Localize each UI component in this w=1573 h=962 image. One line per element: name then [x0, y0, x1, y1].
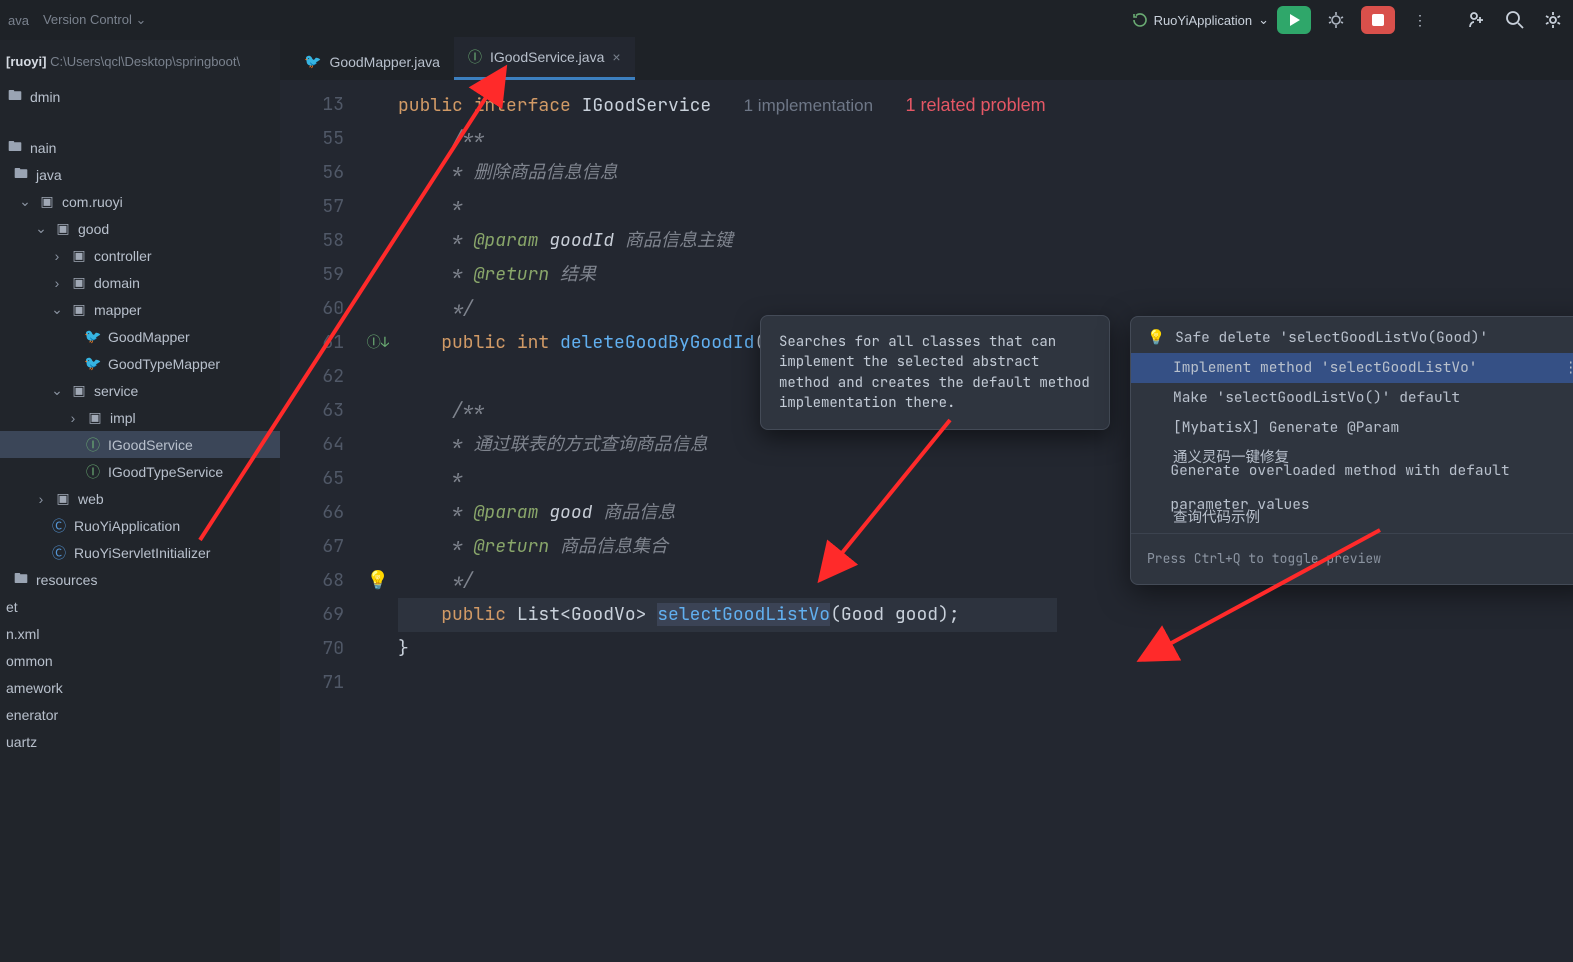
- tree-folder[interactable]: et: [0, 593, 280, 620]
- package-icon: ▣: [70, 274, 88, 291]
- interface-icon: Ⓘ: [84, 462, 102, 482]
- tree-package[interactable]: ›▣web: [0, 485, 280, 512]
- tree-folder[interactable]: 🖿dmin: [0, 83, 280, 110]
- chevron-down-icon: ⌄: [50, 382, 64, 399]
- folder-icon: 🖿: [6, 136, 24, 160]
- package-icon: ▣: [86, 409, 104, 426]
- java-file-icon: 🐦: [304, 53, 321, 70]
- java-file-icon: 🐦: [84, 355, 102, 372]
- chevron-down-icon: ⌄: [34, 220, 48, 237]
- tree-package[interactable]: ⌄▣good: [0, 215, 280, 242]
- tree-folder[interactable]: uartz: [0, 728, 280, 755]
- tree-package[interactable]: ⌄▣com.ruoyi: [0, 188, 280, 215]
- package-icon: ▣: [54, 490, 72, 507]
- tree-file[interactable]: ⒸRuoYiServletInitializer: [0, 539, 280, 566]
- run-button[interactable]: [1277, 6, 1311, 34]
- debug-button[interactable]: [1319, 6, 1353, 34]
- search-icon[interactable]: [1505, 10, 1525, 30]
- code-with-me-icon[interactable]: [1467, 10, 1487, 30]
- tree-folder[interactable]: 🖿nain: [0, 134, 280, 161]
- code-body[interactable]: public interface IGoodService 1 implemen…: [398, 80, 1057, 962]
- run-config-dropdown[interactable]: RuoYiApplication ⌄: [1132, 12, 1269, 28]
- tree-package[interactable]: ›▣domain: [0, 269, 280, 296]
- package-icon: ▣: [38, 193, 56, 210]
- folder-icon: 🖿: [12, 163, 30, 187]
- class-icon: Ⓒ: [50, 543, 68, 563]
- package-icon: ▣: [70, 247, 88, 264]
- breadcrumb: [ruoyi] C:\Users\qcl\Desktop\springboot\: [0, 40, 280, 83]
- tree-package[interactable]: ›▣controller: [0, 242, 280, 269]
- tree-package[interactable]: ⌄▣service: [0, 377, 280, 404]
- more-icon[interactable]: ⋮: [1564, 351, 1573, 385]
- code-line: public interface IGoodService 1 implemen…: [398, 88, 1057, 122]
- tree-folder[interactable]: ommon: [0, 647, 280, 674]
- action-overload[interactable]: Generate overloaded method with default …: [1131, 473, 1573, 503]
- bulb-icon: 💡: [1147, 321, 1165, 355]
- intention-actions-popup[interactable]: 💡Safe delete 'selectGoodListVo(Good)' Im…: [1130, 316, 1573, 585]
- package-icon: ▣: [70, 382, 88, 399]
- tree-file[interactable]: 🐦GoodMapper: [0, 323, 280, 350]
- tab-igoodservice[interactable]: Ⓘ IGoodService.java ×: [454, 37, 635, 80]
- tree-file-selected[interactable]: ⒾIGoodService: [0, 431, 280, 458]
- action-make-default[interactable]: Make 'selectGoodListVo()' default: [1131, 383, 1573, 413]
- top-toolbar: ava Version Control ⌄ RuoYiApplication ⌄…: [0, 0, 1573, 40]
- chevron-right-icon: ›: [50, 275, 64, 291]
- implemented-icon[interactable]: Ⓘ↓: [367, 326, 389, 360]
- package-icon: ▣: [70, 301, 88, 318]
- settings-icon[interactable]: [1543, 10, 1563, 30]
- chevron-down-icon: ⌄: [50, 301, 64, 318]
- close-icon[interactable]: ×: [612, 49, 620, 65]
- bulb-icon[interactable]: 💡: [367, 564, 389, 598]
- action-safe-delete[interactable]: 💡Safe delete 'selectGoodListVo(Good)': [1131, 323, 1573, 353]
- tree-file[interactable]: n.xml: [0, 620, 280, 647]
- tree-file[interactable]: 🐦GoodTypeMapper: [0, 350, 280, 377]
- chevron-right-icon: ›: [34, 491, 48, 507]
- java-file-icon: 🐦: [84, 328, 102, 345]
- class-icon: Ⓒ: [50, 516, 68, 536]
- tree-folder[interactable]: 🖿resources: [0, 566, 280, 593]
- interface-icon: Ⓘ: [468, 47, 482, 67]
- doc-tooltip: Searches for all classes that can implem…: [760, 315, 1110, 430]
- tree-folder[interactable]: amework: [0, 674, 280, 701]
- editor-tabs: 🐦 GoodMapper.java Ⓘ IGoodService.java ×: [280, 40, 1573, 80]
- line-numbers: 13 5556575859606162636465666768697071: [280, 80, 358, 962]
- action-implement-method[interactable]: Implement method 'selectGoodListVo'⋮: [1131, 353, 1573, 383]
- popup-footer: Press Ctrl+Q to toggle preview: [1131, 533, 1573, 584]
- action-mybatisx[interactable]: [MybatisX] Generate @Param: [1131, 413, 1573, 443]
- chevron-down-icon: ⌄: [1258, 12, 1269, 28]
- package-icon: ▣: [54, 220, 72, 237]
- project-sidebar: [ruoyi] C:\Users\qcl\Desktop\springboot\…: [0, 40, 280, 962]
- stop-button[interactable]: [1361, 6, 1395, 34]
- tree-package[interactable]: ›▣impl: [0, 404, 280, 431]
- tree-file[interactable]: ⒾIGoodTypeService: [0, 458, 280, 485]
- tree-folder[interactable]: enerator: [0, 701, 280, 728]
- tree-file[interactable]: ⒸRuoYiApplication: [0, 512, 280, 539]
- lang-label: ava: [8, 13, 29, 28]
- chevron-down-icon: ⌄: [135, 12, 146, 27]
- tree-package[interactable]: ⌄▣mapper: [0, 296, 280, 323]
- tab-goodmapper[interactable]: 🐦 GoodMapper.java: [290, 43, 454, 80]
- folder-icon: 🖿: [6, 85, 24, 109]
- vc-dropdown[interactable]: Version Control ⌄: [43, 12, 146, 28]
- gutter-icons: Ⓘ↓ 💡: [358, 80, 398, 962]
- project-tree[interactable]: 🖿dmin 🖿nain 🖿java ⌄▣com.ruoyi ⌄▣good ›▣c…: [0, 83, 280, 755]
- folder-icon: 🖿: [12, 568, 30, 592]
- rerun-icon: [1132, 12, 1148, 28]
- chevron-right-icon: ›: [50, 248, 64, 264]
- code-editor[interactable]: 13 5556575859606162636465666768697071 Ⓘ↓…: [280, 80, 1573, 962]
- chevron-down-icon: ⌄: [18, 193, 32, 210]
- tree-folder[interactable]: 🖿java: [0, 161, 280, 188]
- interface-icon: Ⓘ: [84, 435, 102, 455]
- more-button[interactable]: ⋮: [1403, 6, 1437, 34]
- chevron-right-icon: ›: [66, 410, 80, 426]
